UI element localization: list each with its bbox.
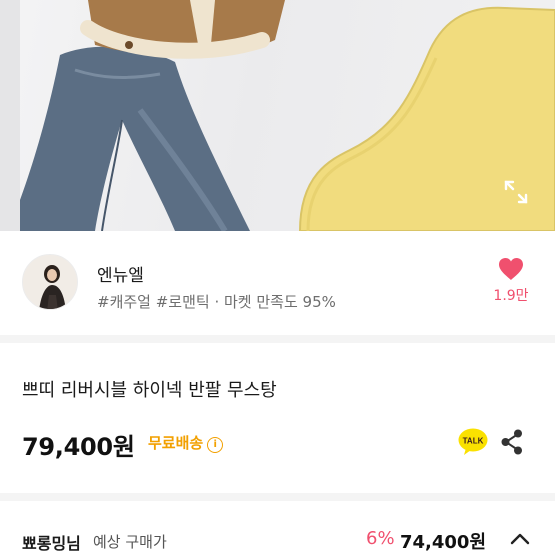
seller-avatar[interactable]: [22, 254, 78, 310]
talk-badge-text: TALK: [463, 437, 484, 446]
product-photo[interactable]: [0, 0, 555, 231]
shipping-info[interactable]: 무료배송 i: [148, 432, 224, 453]
chevron-up-icon[interactable]: [508, 530, 532, 548]
section-divider: [0, 493, 555, 501]
heart-icon: [499, 258, 523, 280]
seller-section[interactable]: 엔뉴엘 #캐주얼 #로맨틱 · 마켓 만족도 95% 1.9만: [0, 231, 555, 335]
seller-name[interactable]: 엔뉴엘: [97, 261, 144, 286]
like-button[interactable]: 1.9만: [486, 257, 536, 317]
section-divider: [0, 335, 555, 343]
like-count: 1.9만: [493, 288, 529, 304]
expand-icon: [504, 180, 528, 204]
expand-button[interactable]: [500, 176, 532, 208]
product-price: 79,400원: [22, 433, 135, 461]
discount-rate: 6%: [366, 528, 395, 549]
kakaotalk-icon: TALK: [458, 428, 488, 455]
expected-price: 74,400원: [400, 532, 487, 553]
share-button[interactable]: [499, 428, 525, 456]
user-name: 뾰롱밍님: [22, 534, 81, 553]
avatar-image: [23, 255, 77, 309]
product-photo-illustration: [0, 0, 555, 231]
kakaotalk-button[interactable]: TALK: [458, 428, 488, 456]
seller-tags: #캐주얼 #로맨틱 · 마켓 만족도 95%: [97, 293, 336, 311]
shipping-label: 무료배송: [148, 434, 204, 452]
expected-price-label: 예상 구매가: [93, 533, 167, 551]
info-icon[interactable]: i: [207, 437, 224, 453]
share-icon: [501, 429, 522, 455]
product-title: 쁘띠 리버시블 하이넥 반팔 무스탕: [22, 380, 277, 401]
expected-price-row[interactable]: 뾰롱밍님 예상 구매가 6% 74,400원: [0, 501, 555, 555]
